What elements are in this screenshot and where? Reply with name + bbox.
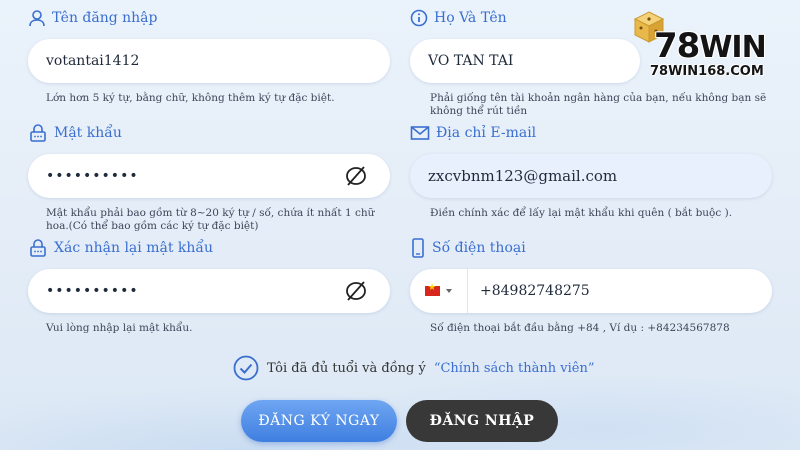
smartphone-icon bbox=[412, 238, 424, 258]
password-hint: Mật khẩu phải bao gồm từ 8~20 ký tự / số… bbox=[46, 207, 375, 232]
password-field-group: Mật khẩu •••••••••• Mật khẩu phải bao gồ… bbox=[28, 122, 390, 233]
password-label: Mật khẩu bbox=[28, 122, 390, 144]
member-policy-link[interactable]: “Chính sách thành viên” bbox=[434, 361, 595, 376]
caret-down-icon bbox=[446, 289, 452, 293]
fullname-field-group: Họ Và Tên VO TAN TAI Phải giống tên tài … bbox=[410, 7, 772, 118]
terms-agreement: Tôi đã đủ tuổi và đồng ý “Chính sách thà… bbox=[233, 355, 595, 381]
check-circle-icon[interactable] bbox=[233, 355, 259, 381]
email-hint: Điền chính xác để lấy lại mật khẩu khi q… bbox=[430, 207, 733, 219]
fullname-label: Họ Và Tên bbox=[410, 7, 772, 29]
confirm-password-label: Xác nhận lại mật khẩu bbox=[28, 237, 390, 259]
confirm-password-hint: Vui lòng nhập lại mật khẩu. bbox=[46, 322, 193, 334]
phone-input[interactable]: +84982748275 bbox=[410, 269, 772, 313]
email-field-group: Địa chỉ E-mail zxcvbnm123@gmail.com Điền… bbox=[410, 122, 772, 220]
email-label: Địa chỉ E-mail bbox=[410, 122, 772, 144]
mail-icon bbox=[410, 126, 430, 140]
phone-field-group: Số điện thoại +84982748275 Số điện thoại… bbox=[410, 237, 772, 335]
phone-label: Số điện thoại bbox=[410, 237, 772, 259]
register-button[interactable]: ĐĂNG KÝ NGAY bbox=[241, 400, 397, 442]
info-icon bbox=[410, 9, 428, 27]
eye-slash-icon[interactable] bbox=[344, 165, 368, 187]
eye-slash-icon[interactable] bbox=[344, 280, 368, 302]
email-input[interactable]: zxcvbnm123@gmail.com bbox=[410, 154, 772, 198]
vietnam-flag-icon bbox=[425, 283, 440, 296]
username-input[interactable]: votantai1412 bbox=[28, 39, 390, 83]
password-input[interactable]: •••••••••• bbox=[28, 154, 390, 198]
username-hint: Lớn hơn 5 ký tự, bằng chữ, không thêm ký… bbox=[46, 92, 335, 104]
fullname-hint: Phải giống tên tài khoản ngân hàng của b… bbox=[430, 92, 767, 117]
login-button[interactable]: ĐĂNG NHẬP bbox=[406, 400, 558, 442]
confirm-password-input[interactable]: •••••••••• bbox=[28, 269, 390, 313]
confirm-password-field-group: Xác nhận lại mật khẩu •••••••••• Vui lòn… bbox=[28, 237, 390, 335]
fullname-input[interactable]: VO TAN TAI bbox=[410, 39, 640, 83]
username-label: Tên đăng nhập bbox=[28, 7, 390, 29]
country-code-selector[interactable] bbox=[410, 269, 468, 313]
user-icon bbox=[29, 10, 45, 27]
lock-icon bbox=[30, 124, 46, 142]
username-field-group: Tên đăng nhập votantai1412 Lớn hơn 5 ký … bbox=[28, 7, 390, 105]
phone-hint: Số điện thoại bắt đầu bằng +84 , Ví dụ :… bbox=[430, 322, 730, 334]
lock-icon bbox=[30, 239, 46, 257]
terms-text: Tôi đã đủ tuổi và đồng ý bbox=[267, 360, 426, 376]
